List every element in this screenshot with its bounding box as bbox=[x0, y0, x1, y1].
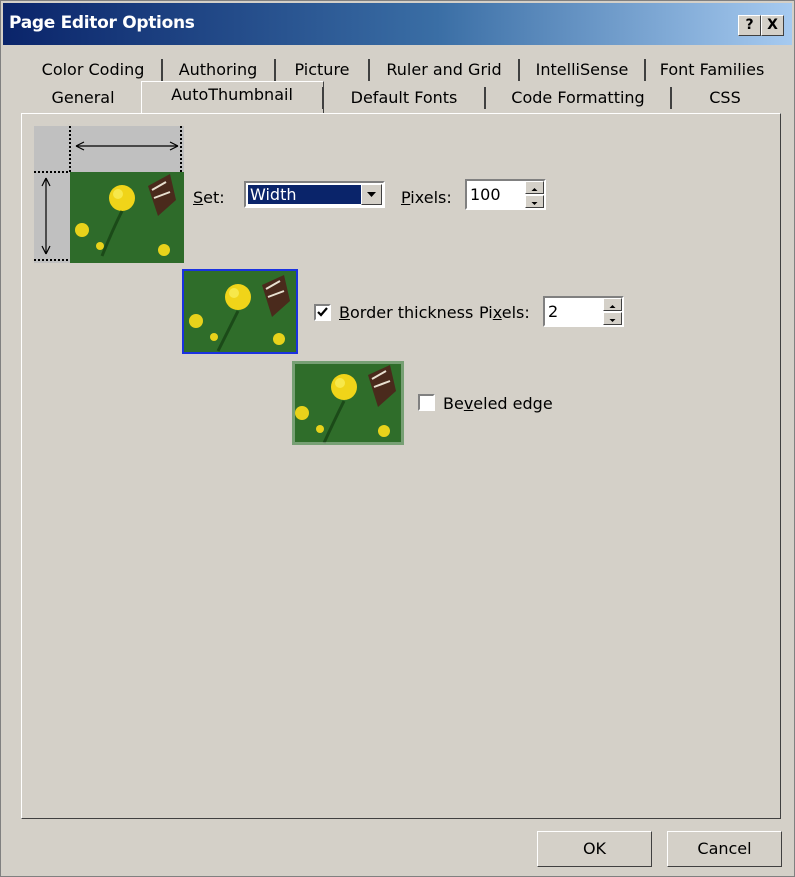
set-select[interactable]: Width bbox=[244, 181, 385, 208]
pixels-border-value: 2 bbox=[548, 302, 559, 321]
beveled-edge-checkbox[interactable] bbox=[418, 394, 435, 411]
spinner bbox=[525, 181, 544, 208]
spinner bbox=[603, 298, 622, 325]
tab-separator bbox=[274, 59, 276, 81]
set-label: Set: bbox=[193, 188, 225, 207]
help-button[interactable]: ? bbox=[738, 15, 761, 36]
close-button[interactable]: X bbox=[761, 15, 784, 36]
tab-picture[interactable]: Picture bbox=[277, 56, 367, 84]
spin-down-icon[interactable] bbox=[603, 312, 622, 325]
cancel-button[interactable]: Cancel bbox=[667, 831, 782, 867]
set-select-value: Width bbox=[248, 185, 363, 204]
spin-down-icon[interactable] bbox=[525, 195, 544, 208]
border-thickness-label: Border thickness bbox=[339, 303, 474, 322]
tab-css[interactable]: CSS bbox=[673, 84, 777, 112]
tab-default-fonts[interactable]: Default Fonts bbox=[325, 84, 483, 112]
ok-button[interactable]: OK bbox=[537, 831, 652, 867]
beveled-thumbnail-image bbox=[292, 361, 404, 445]
tab-authoring[interactable]: Authoring bbox=[164, 56, 272, 84]
tab-separator bbox=[644, 59, 646, 81]
border-thickness-checkbox[interactable] bbox=[314, 304, 331, 321]
chevron-down-icon[interactable] bbox=[361, 184, 382, 205]
pixels-width-value: 100 bbox=[470, 185, 501, 204]
tab-autothumbnail[interactable]: AutoThumbnail bbox=[144, 81, 320, 109]
tab-separator bbox=[484, 87, 486, 109]
pixels-width-label: Pixels: bbox=[401, 188, 452, 207]
pixels-border-stepper[interactable]: 2 bbox=[543, 296, 624, 327]
tab-general[interactable]: General bbox=[25, 84, 141, 112]
tab-separator bbox=[518, 59, 520, 81]
dimension-illustration bbox=[34, 126, 184, 263]
tab-separator bbox=[368, 59, 370, 81]
spin-up-icon[interactable] bbox=[603, 298, 622, 311]
tab-ruler-and-grid[interactable]: Ruler and Grid bbox=[371, 56, 517, 84]
spin-up-icon[interactable] bbox=[525, 181, 544, 194]
pixels-width-stepper[interactable]: 100 bbox=[465, 179, 546, 210]
title-bar[interactable]: Page Editor Options ? X bbox=[3, 3, 792, 45]
tab-intellisense[interactable]: IntelliSense bbox=[521, 56, 643, 84]
window-title: Page Editor Options bbox=[9, 13, 195, 33]
pixels-border-label: Pixels: bbox=[479, 303, 530, 322]
page-editor-options-dialog: Page Editor Options ? X Color Coding Aut… bbox=[0, 0, 795, 877]
tab-separator bbox=[161, 59, 163, 81]
tab-color-coding[interactable]: Color Coding bbox=[29, 56, 157, 84]
border-thumbnail-image bbox=[182, 269, 298, 354]
tab-code-formatting[interactable]: Code Formatting bbox=[487, 84, 669, 112]
beveled-edge-label: Beveled edge bbox=[443, 394, 553, 413]
tab-font-families[interactable]: Font Families bbox=[647, 56, 777, 84]
tab-separator bbox=[670, 87, 672, 109]
tab-separator bbox=[322, 87, 324, 109]
